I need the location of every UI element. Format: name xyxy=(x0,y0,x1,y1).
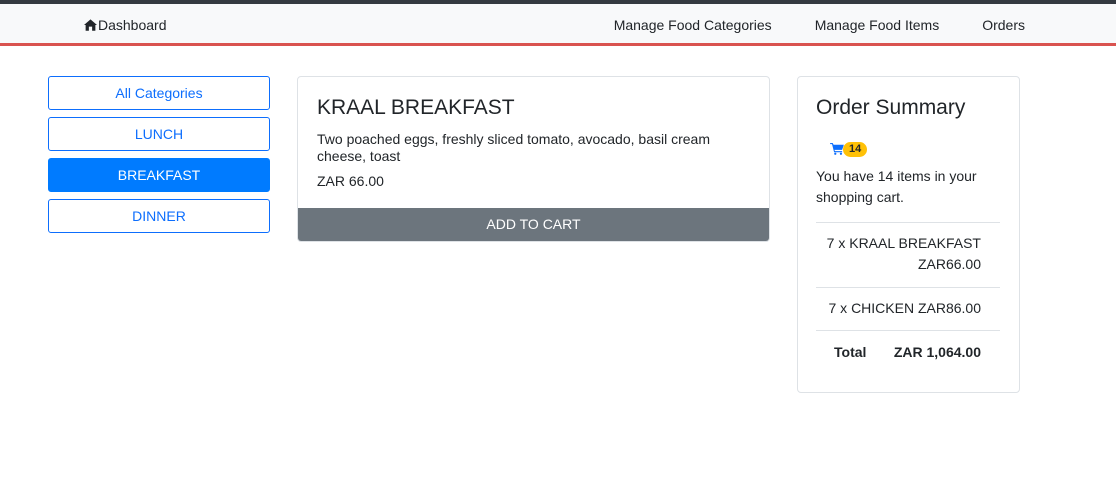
dashboard-label: Dashboard xyxy=(98,17,167,33)
order-item-line: 7 x CHICKEN ZAR86.00 xyxy=(828,300,982,316)
total-label: Total xyxy=(834,344,867,360)
product-title: KRAAL BREAKFAST xyxy=(317,96,515,119)
dashboard-link[interactable]: Dashboard xyxy=(84,4,167,46)
order-summary-title: Order Summary xyxy=(816,96,966,119)
summary-divider xyxy=(816,222,1000,223)
category-all-button[interactable]: All Categories xyxy=(48,76,270,110)
nav-links: Manage Food Categories Manage Food Items… xyxy=(571,4,1025,46)
cart-count-badge: 14 xyxy=(843,141,868,157)
nav-manage-food-items[interactable]: Manage Food Items xyxy=(815,4,940,46)
summary-divider xyxy=(816,330,1000,331)
cart-indicator[interactable]: 14 xyxy=(830,141,868,157)
summary-divider xyxy=(816,287,1000,288)
nav-manage-food-categories[interactable]: Manage Food Categories xyxy=(614,4,772,46)
cart-status-text: You have 14 items in your shopping cart. xyxy=(816,168,977,205)
product-card: KRAAL BREAKFAST Two poached eggs, freshl… xyxy=(297,76,770,242)
navbar: Dashboard Manage Food Categories Manage … xyxy=(0,4,1116,46)
order-item-price: ZAR66.00 xyxy=(917,256,981,272)
nav-orders[interactable]: Orders xyxy=(982,4,1025,46)
home-icon xyxy=(84,19,97,31)
category-breakfast-button[interactable]: BREAKFAST xyxy=(48,158,270,192)
total-value: ZAR 1,064.00 xyxy=(893,344,981,360)
category-list: All Categories LUNCH BREAKFAST DINNER xyxy=(48,76,270,240)
shopping-cart-icon xyxy=(830,143,844,155)
product-price: ZAR 66.00 xyxy=(317,173,384,189)
add-to-cart-button[interactable]: ADD TO CART xyxy=(298,208,769,241)
product-description: Two poached eggs, freshly sliced tomato,… xyxy=(317,131,710,164)
order-summary: Order Summary 14 You have 14 items in yo… xyxy=(797,76,1020,393)
order-item-line: 7 x KRAAL BREAKFAST xyxy=(826,235,981,251)
category-dinner-button[interactable]: DINNER xyxy=(48,199,270,233)
category-lunch-button[interactable]: LUNCH xyxy=(48,117,270,151)
